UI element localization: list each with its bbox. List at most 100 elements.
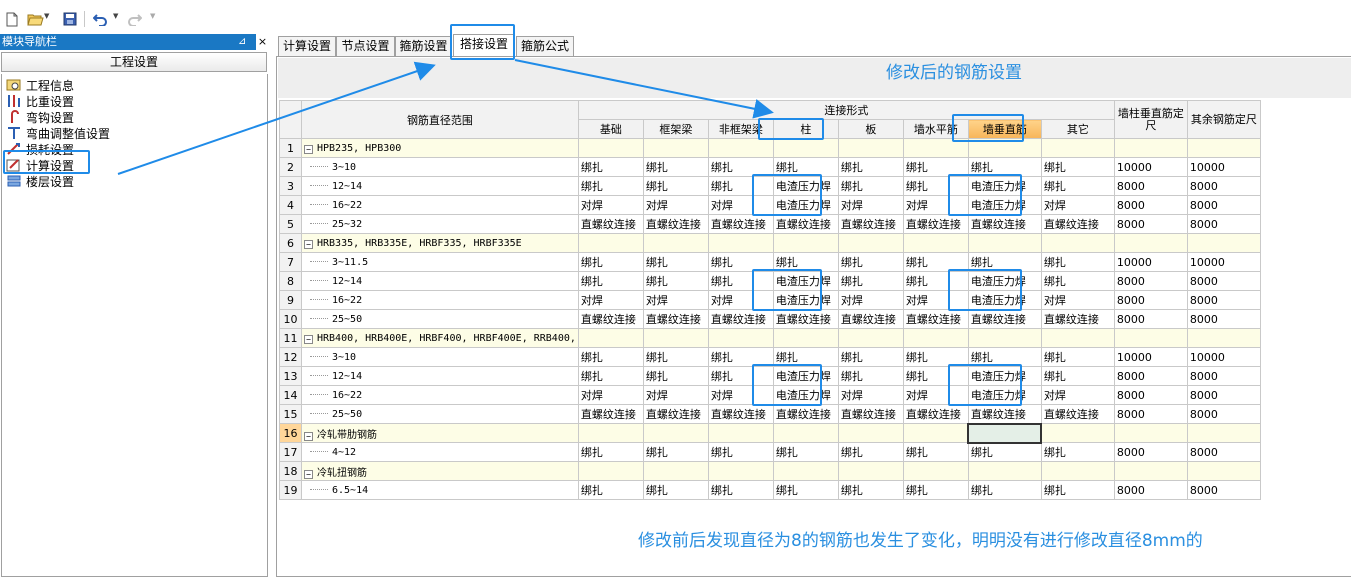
grid-cell[interactable]: 绑扎	[1040, 366, 1115, 386]
grid-cell[interactable]	[1040, 328, 1115, 348]
grid-cell[interactable]: 8000	[1186, 176, 1261, 196]
grid-cell[interactable]: 10000	[1186, 252, 1261, 272]
nav-item-calc-settings[interactable]: 计算设置	[6, 157, 74, 173]
grid-cell[interactable]: 对焊	[707, 290, 774, 310]
grid-cell[interactable]: 绑扎	[577, 252, 644, 272]
grid-cell[interactable]: 绑扎	[642, 252, 709, 272]
grid-cell[interactable]: 绑扎	[837, 366, 904, 386]
column-header[interactable]: 框架梁	[642, 119, 709, 139]
grid-cell[interactable]: 电渣压力焊	[772, 290, 839, 310]
tab-stirrup-formula[interactable]: 箍筋公式	[516, 36, 574, 56]
grid-cell[interactable]	[967, 422, 1043, 444]
grid-cell[interactable]	[1040, 138, 1115, 158]
grid-cell[interactable]: 对焊	[1040, 290, 1115, 310]
grid-cell[interactable]	[577, 328, 644, 348]
grid-cell[interactable]: 直螺纹连接	[577, 404, 644, 424]
grid-cell[interactable]: 绑扎	[902, 252, 969, 272]
grid-cell[interactable]: 10000	[1113, 157, 1188, 177]
grid-cell[interactable]: 对焊	[642, 385, 709, 405]
grid-cell[interactable]: 8000	[1186, 214, 1261, 234]
grid-cell[interactable]: 绑扎	[1040, 176, 1115, 196]
grid-cell[interactable]: 绑扎	[902, 157, 969, 177]
grid-cell[interactable]: 直螺纹连接	[642, 214, 709, 234]
table-row[interactable]: 7 3~11.5 绑扎 绑扎 绑扎 绑扎 绑扎 绑扎 绑扎 绑扎 10000 10000	[279, 252, 1261, 272]
nav-item-density[interactable]: 比重设置	[6, 93, 74, 109]
collapse-icon[interactable]: −	[304, 431, 313, 441]
grid-cell[interactable]: 绑扎	[642, 347, 709, 367]
table-row[interactable]: 5 25~32 直螺纹连接 直螺纹连接 直螺纹连接 直螺纹连接 直螺纹连接 直螺纹连接 直螺纹连…	[279, 214, 1261, 234]
grid-cell[interactable]: 绑扎	[1040, 271, 1115, 291]
grid-cell[interactable]: 绑扎	[1040, 157, 1115, 177]
redo-icon[interactable]	[126, 10, 142, 28]
grid-cell[interactable]	[577, 461, 644, 481]
table-row[interactable]: 12 3~10 绑扎 绑扎 绑扎 绑扎 绑扎 绑扎 绑扎 绑扎 10000 10000	[279, 347, 1261, 367]
table-row[interactable]: 14 16~22 对焊 对焊 对焊 电渣压力焊 对焊 对焊 电渣压力焊 对焊 8000 8000	[279, 385, 1261, 405]
grid-cell[interactable]: 绑扎	[902, 366, 969, 386]
grid-cell[interactable]	[577, 233, 644, 253]
tab-calc-settings[interactable]: 计算设置	[278, 36, 336, 56]
grid-cell[interactable]: 绑扎	[642, 366, 709, 386]
grid-cell[interactable]: 8000	[1113, 195, 1188, 215]
grid-cell[interactable]: 8000	[1186, 442, 1261, 462]
grid-cell[interactable]: 直螺纹连接	[772, 214, 839, 234]
grid-cell[interactable]: 绑扎	[772, 442, 839, 462]
grid-cell[interactable]: 绑扎	[772, 480, 839, 500]
grid-cell[interactable]: 绑扎	[642, 442, 709, 462]
grid-cell[interactable]	[642, 328, 709, 348]
grid-cell[interactable]	[707, 423, 774, 443]
grid-cell[interactable]: 10000	[1186, 347, 1261, 367]
nav-item-floor-settings[interactable]: 楼层设置	[6, 173, 74, 189]
grid-cell[interactable]	[1040, 423, 1115, 443]
grid-cell[interactable]: 直螺纹连接	[902, 309, 969, 329]
grid-cell[interactable]: 8000	[1113, 214, 1188, 234]
grid-cell[interactable]: 绑扎	[1040, 480, 1115, 500]
grid-cell[interactable]	[642, 138, 709, 158]
grid-cell[interactable]: 对焊	[902, 385, 969, 405]
grid-cell[interactable]: 对焊	[1040, 195, 1115, 215]
table-row[interactable]: 15 25~50 直螺纹连接 直螺纹连接 直螺纹连接 直螺纹连接 直螺纹连接 直螺纹连接 直螺纹…	[279, 404, 1261, 424]
grid-cell[interactable]: 绑扎	[642, 271, 709, 291]
grid-cell[interactable]: 绑扎	[577, 176, 644, 196]
grid-cell[interactable]: 8000	[1186, 480, 1261, 500]
grid-cell[interactable]: 绑扎	[902, 442, 969, 462]
undo-dropdown-icon[interactable]: ▼	[113, 12, 118, 20]
grid-cell[interactable]: 绑扎	[967, 347, 1042, 367]
grid-cell[interactable]: 直螺纹连接	[772, 309, 839, 329]
grid-cell[interactable]: 绑扎	[837, 442, 904, 462]
grid-cell[interactable]: 电渣压力焊	[967, 176, 1042, 196]
save-icon[interactable]	[62, 10, 78, 28]
grid-cell[interactable]: 绑扎	[772, 252, 839, 272]
grid-cell[interactable]: 对焊	[642, 290, 709, 310]
grid-cell[interactable]	[902, 423, 969, 443]
nav-item-loss[interactable]: 损耗设置	[6, 141, 74, 157]
open-dropdown-icon[interactable]: ▼	[44, 12, 49, 20]
grid-cell[interactable]	[772, 328, 839, 348]
grid-cell[interactable]: 绑扎	[707, 157, 774, 177]
grid-cell[interactable]: 绑扎	[577, 271, 644, 291]
grid-cell[interactable]: 绑扎	[707, 252, 774, 272]
grid-cell[interactable]: 直螺纹连接	[902, 404, 969, 424]
grid-cell[interactable]: 绑扎	[902, 271, 969, 291]
grid-cell[interactable]: 绑扎	[772, 157, 839, 177]
grid-cell[interactable]: 绑扎	[902, 347, 969, 367]
grid-cell[interactable]	[837, 138, 904, 158]
nav-item-hook[interactable]: 弯钩设置	[6, 109, 74, 125]
grid-cell[interactable]	[772, 233, 839, 253]
grid-cell[interactable]: 8000	[1113, 442, 1188, 462]
grid-cell[interactable]	[1113, 138, 1188, 158]
grid-cell[interactable]	[642, 423, 709, 443]
grid-cell[interactable]	[642, 461, 709, 481]
grid-cell[interactable]	[577, 138, 644, 158]
grid-cell[interactable]	[1113, 461, 1188, 481]
column-header[interactable]: 柱	[772, 119, 839, 139]
grid-cell[interactable]: 绑扎	[1040, 252, 1115, 272]
grid-cell[interactable]: 直螺纹连接	[1040, 404, 1115, 424]
grid-cell[interactable]: 绑扎	[1040, 347, 1115, 367]
collapse-icon[interactable]: −	[304, 469, 313, 479]
undo-icon[interactable]	[92, 10, 108, 28]
grid-cell[interactable]	[902, 461, 969, 481]
table-row[interactable]: 3 12~14 绑扎 绑扎 绑扎 电渣压力焊 绑扎 绑扎 电渣压力焊 绑扎 8000 8000	[279, 176, 1261, 196]
grid-cell[interactable]: 直螺纹连接	[577, 214, 644, 234]
grid-cell[interactable]: 8000	[1186, 195, 1261, 215]
grid-cell[interactable]	[902, 233, 969, 253]
